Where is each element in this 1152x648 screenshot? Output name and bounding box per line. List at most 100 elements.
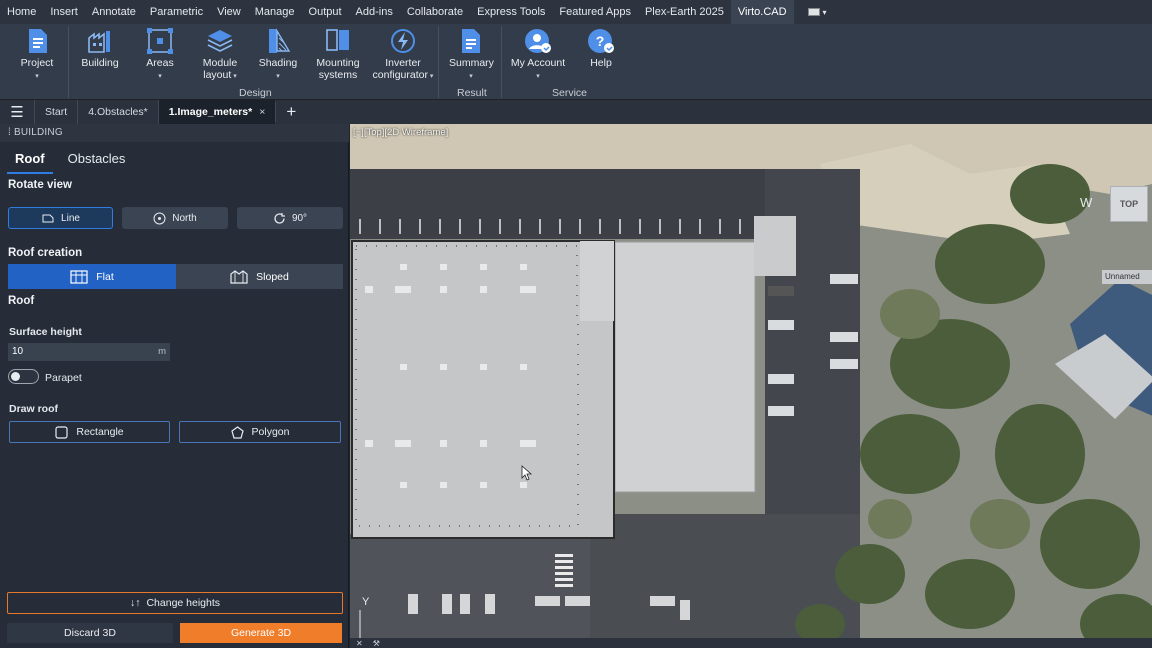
ribbon-separator xyxy=(501,26,502,98)
module-label-1: Module xyxy=(202,57,238,69)
tab-roof[interactable]: Roof xyxy=(7,144,53,174)
menu-bar: Home Insert Annotate Parametric View Man… xyxy=(0,0,1152,24)
caret-down-icon: ▾ xyxy=(822,7,827,17)
sloped-roof-button[interactable]: Sloped xyxy=(176,264,343,289)
account-icon xyxy=(525,29,551,53)
mounting-systems-icon xyxy=(326,29,349,51)
menu-collaborate[interactable]: Collaborate xyxy=(400,6,470,18)
group-design-label: Design xyxy=(239,87,272,99)
summary-button[interactable]: Summary ▾ xyxy=(449,28,494,83)
mounting-label-1: Mounting xyxy=(316,57,360,69)
document-tab-bar: ☰ Start 4.Obstacles* 1.Image_meters* × + xyxy=(0,100,1152,124)
menu-manage[interactable]: Manage xyxy=(248,6,302,18)
rectangle-icon xyxy=(55,425,68,439)
menu-insert[interactable]: Insert xyxy=(43,6,85,18)
project-button[interactable]: Project ▾ xyxy=(18,28,56,83)
roof-creation-heading: Roof creation xyxy=(8,247,83,259)
menu-home[interactable]: Home xyxy=(0,6,43,18)
viewcube[interactable]: TOP xyxy=(1110,186,1148,222)
ribbon-separator xyxy=(438,26,439,98)
menu-express-tools[interactable]: Express Tools xyxy=(470,6,552,18)
areas-label: Areas xyxy=(146,57,174,69)
rotate-90-icon xyxy=(274,212,285,224)
tab-image-meters[interactable]: 1.Image_meters* × xyxy=(157,100,276,124)
dropdown-icon: ▾ xyxy=(276,73,280,80)
panel-tabs: Roof Obstacles xyxy=(0,144,133,174)
menu-featured-apps[interactable]: Featured Apps xyxy=(552,6,638,18)
help-icon: ? xyxy=(588,29,614,53)
parapet-toggle[interactable] xyxy=(8,369,39,384)
discard-3d-button[interactable]: Discard 3D xyxy=(7,623,173,643)
close-icon[interactable]: ✕ xyxy=(356,639,363,648)
draw-roof-label: Draw roof xyxy=(9,403,59,415)
tab-obstacles-drawing[interactable]: 4.Obstacles* xyxy=(77,100,158,124)
rectangle-button[interactable]: Rectangle xyxy=(9,421,170,443)
dropdown-icon: ▾ xyxy=(158,73,162,80)
new-tab-plus-icon[interactable]: + xyxy=(275,102,306,122)
module-layout-button[interactable]: Module layout ▾ xyxy=(198,28,242,83)
sloped-label: Sloped xyxy=(256,270,289,283)
surface-height-value: 10 xyxy=(12,346,24,357)
menu-output[interactable]: Output xyxy=(302,6,349,18)
roof-heading: Roof xyxy=(8,295,35,307)
parapet-label: Parapet xyxy=(45,372,82,384)
unnamed-dropdown[interactable]: Unnamed xyxy=(1102,270,1152,284)
my-account-label: My Account xyxy=(510,57,566,69)
generate-3d-button[interactable]: Generate 3D xyxy=(180,623,342,643)
change-heights-button[interactable]: ↓↑ Change heights xyxy=(7,592,343,614)
flat-label: Flat xyxy=(96,270,114,283)
line-rotate-icon xyxy=(42,214,54,223)
tab-start[interactable]: Start xyxy=(34,100,77,124)
change-heights-icon: ↓↑ xyxy=(129,597,141,609)
wrench-icon[interactable]: ⚒ xyxy=(373,639,380,648)
group-service-label: Service xyxy=(552,87,588,99)
areas-button[interactable]: Areas ▾ xyxy=(142,28,178,83)
polygon-button[interactable]: Polygon xyxy=(179,421,341,443)
polygon-label: Polygon xyxy=(251,426,290,438)
unit-label: m xyxy=(158,346,166,357)
shading-button[interactable]: Shading ▾ xyxy=(258,28,298,83)
flat-roof-button[interactable]: Flat xyxy=(8,264,176,289)
tab-obstacles[interactable]: Obstacles xyxy=(60,144,134,174)
menu-annotate[interactable]: Annotate xyxy=(85,6,143,18)
menu-plex-earth[interactable]: Plex-Earth 2025 xyxy=(638,6,731,18)
surface-height-label: Surface height xyxy=(9,326,82,338)
panel-title: ⁞ BUILDING xyxy=(0,124,349,142)
help-label: Help xyxy=(590,57,612,69)
panel-title-text: BUILDING xyxy=(13,127,63,138)
inverter-label-1: Inverter xyxy=(385,57,421,69)
rotate-90-button[interactable]: 90° xyxy=(237,207,343,229)
rotate-view-heading: Rotate view xyxy=(8,179,72,191)
inverter-label-2: configurator xyxy=(372,69,428,81)
areas-icon xyxy=(147,28,173,54)
rotate-north-button[interactable]: North xyxy=(122,207,228,229)
menu-virtocad[interactable]: Virto.CAD xyxy=(730,0,794,24)
rectangle-label: Rectangle xyxy=(76,426,124,438)
inverter-configurator-button[interactable]: Inverter configurator ▾ xyxy=(372,28,434,83)
ribbon-separator xyxy=(68,26,69,98)
polygon-icon xyxy=(230,425,244,439)
workspace-switcher[interactable]: ▾ xyxy=(807,7,827,17)
menu-view[interactable]: View xyxy=(210,6,248,18)
surface-height-input[interactable]: 10 m xyxy=(8,343,170,361)
rotate-90-label: 90° xyxy=(291,212,308,224)
drawing-viewport[interactable]: [−][Top][2D Wireframe] W TOP Unnamed Y ✕… xyxy=(350,124,1152,648)
building-label: Building xyxy=(81,57,119,69)
tab-image-meters-label: 1.Image_meters* xyxy=(168,106,253,118)
mounting-systems-button[interactable]: Mounting systems xyxy=(314,28,362,81)
module-layout-icon xyxy=(207,30,233,52)
aerial-image xyxy=(350,124,1152,648)
group-result-label: Result xyxy=(457,87,487,99)
menu-hamburger-icon[interactable]: ☰ xyxy=(0,103,34,121)
building-button[interactable]: Building xyxy=(80,28,120,69)
my-account-button[interactable]: My Account ▾ xyxy=(510,28,566,83)
command-line[interactable]: ✕ ⚒ xyxy=(350,638,1152,648)
viewport-label[interactable]: [−][Top][2D Wireframe] xyxy=(353,127,448,138)
menu-parametric[interactable]: Parametric xyxy=(143,6,210,18)
dropdown-icon: ▾ xyxy=(35,73,39,80)
help-button[interactable]: ? Help xyxy=(584,28,618,69)
rotate-line-button[interactable]: Line xyxy=(8,207,113,229)
close-icon[interactable]: × xyxy=(259,106,265,118)
menu-add-ins[interactable]: Add-ins xyxy=(349,6,400,18)
compass-icon xyxy=(153,212,166,224)
